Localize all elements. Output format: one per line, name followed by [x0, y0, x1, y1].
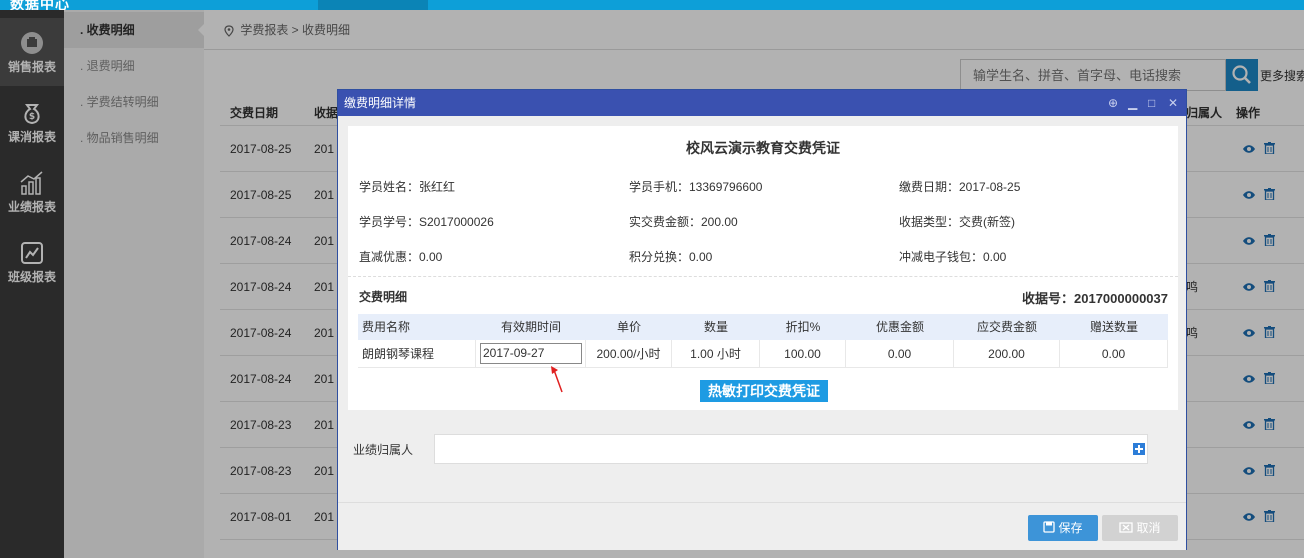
- detail-discount: 100.00: [760, 340, 846, 368]
- payment-detail-modal: 缴费明细详情 ⊕ ▁ □ ✕ 校风云演示教育交费凭证 学员姓名：张红红 学员手机…: [337, 89, 1187, 550]
- detail-header-cell: 费用名称: [362, 320, 411, 334]
- detail-header-cell: 数量: [703, 320, 728, 334]
- section-title: 交费明细: [359, 290, 408, 304]
- save-icon: [1043, 521, 1056, 533]
- student-no: 学员学号：S2017000026: [359, 215, 494, 229]
- wallet-deduct: 冲减电子钱包：0.00: [899, 250, 1007, 264]
- detail-header-cell: 有效期时间: [500, 320, 561, 334]
- minimize-icon[interactable]: ▁: [1128, 90, 1137, 116]
- top-bar: 数据中心: [0, 0, 1304, 12]
- detail-fee-name: 朗朗钢琴课程: [358, 340, 476, 368]
- performance-owner-label: 业绩归属人: [353, 443, 414, 457]
- detail-header-cell: 优惠金额: [875, 320, 924, 334]
- modal-header: 缴费明细详情 ⊕ ▁ □ ✕: [338, 90, 1186, 116]
- save-button[interactable]: 保存: [1028, 515, 1098, 541]
- plus-icon[interactable]: [1133, 443, 1145, 455]
- student-phone: 学员手机：13369796600: [629, 180, 763, 194]
- direct-discount: 直减优惠：0.00: [359, 250, 443, 264]
- valid-date-input[interactable]: 2017-09-27: [480, 343, 582, 364]
- detail-header: 费用名称 有效期时间 单价 数量 折扣% 优惠金额 应交费金额 赠送数量: [358, 314, 1168, 340]
- receipt-title: 校风云演示教育交费凭证: [686, 140, 840, 156]
- detail-header-cell: 赠送数量: [1089, 320, 1138, 334]
- student-name: 学员姓名：张红红: [359, 180, 456, 194]
- cancel-label: 取消: [1136, 521, 1161, 535]
- pay-date: 缴费日期：2017-08-25: [899, 180, 1021, 194]
- save-label: 保存: [1058, 521, 1083, 535]
- divider: [348, 276, 1178, 277]
- detail-header-cell: 折扣%: [785, 320, 821, 334]
- detail-row: 朗朗钢琴课程 2017-09-27 200.00/小时 1.00 小时 100.…: [358, 340, 1168, 368]
- maximize-icon[interactable]: □: [1148, 90, 1155, 116]
- modal-footer: 保存 取消: [338, 502, 1186, 550]
- detail-header-cell: 单价: [616, 320, 641, 334]
- performance-owner-row: 业绩归属人: [338, 434, 1148, 466]
- detail-payable: 200.00: [954, 340, 1060, 368]
- detail-gift-qty: 0.00: [1060, 340, 1168, 368]
- receipt-number: 收据号：2017000000037: [1022, 291, 1168, 306]
- modal-title: 缴费明细详情: [344, 96, 417, 110]
- receipt-type: 收据类型：交费(新签): [899, 215, 1015, 229]
- top-tab-active[interactable]: [318, 0, 428, 10]
- detail-quantity: 1.00 小时: [672, 340, 760, 368]
- actual-amount: 实交费金额：200.00: [629, 215, 738, 229]
- points-exchange: 积分兑换：0.00: [629, 250, 713, 264]
- detail-discount-amount: 0.00: [846, 340, 954, 368]
- pin-icon[interactable]: ⊕: [1108, 90, 1118, 116]
- detail-header-cell: 应交费金额: [976, 320, 1037, 334]
- red-arrow-annotation: [551, 366, 563, 393]
- close-icon[interactable]: ✕: [1168, 90, 1178, 116]
- cancel-button[interactable]: 取消: [1102, 515, 1178, 541]
- cancel-icon: [1119, 522, 1134, 533]
- receipt-panel: 校风云演示教育交费凭证 学员姓名：张红红 学员手机：13369796600 缴费…: [348, 126, 1178, 410]
- performance-owner-field[interactable]: [434, 434, 1148, 464]
- thermal-print-button[interactable]: 热敏打印交费凭证: [700, 380, 828, 402]
- detail-unit-price: 200.00/小时: [586, 340, 672, 368]
